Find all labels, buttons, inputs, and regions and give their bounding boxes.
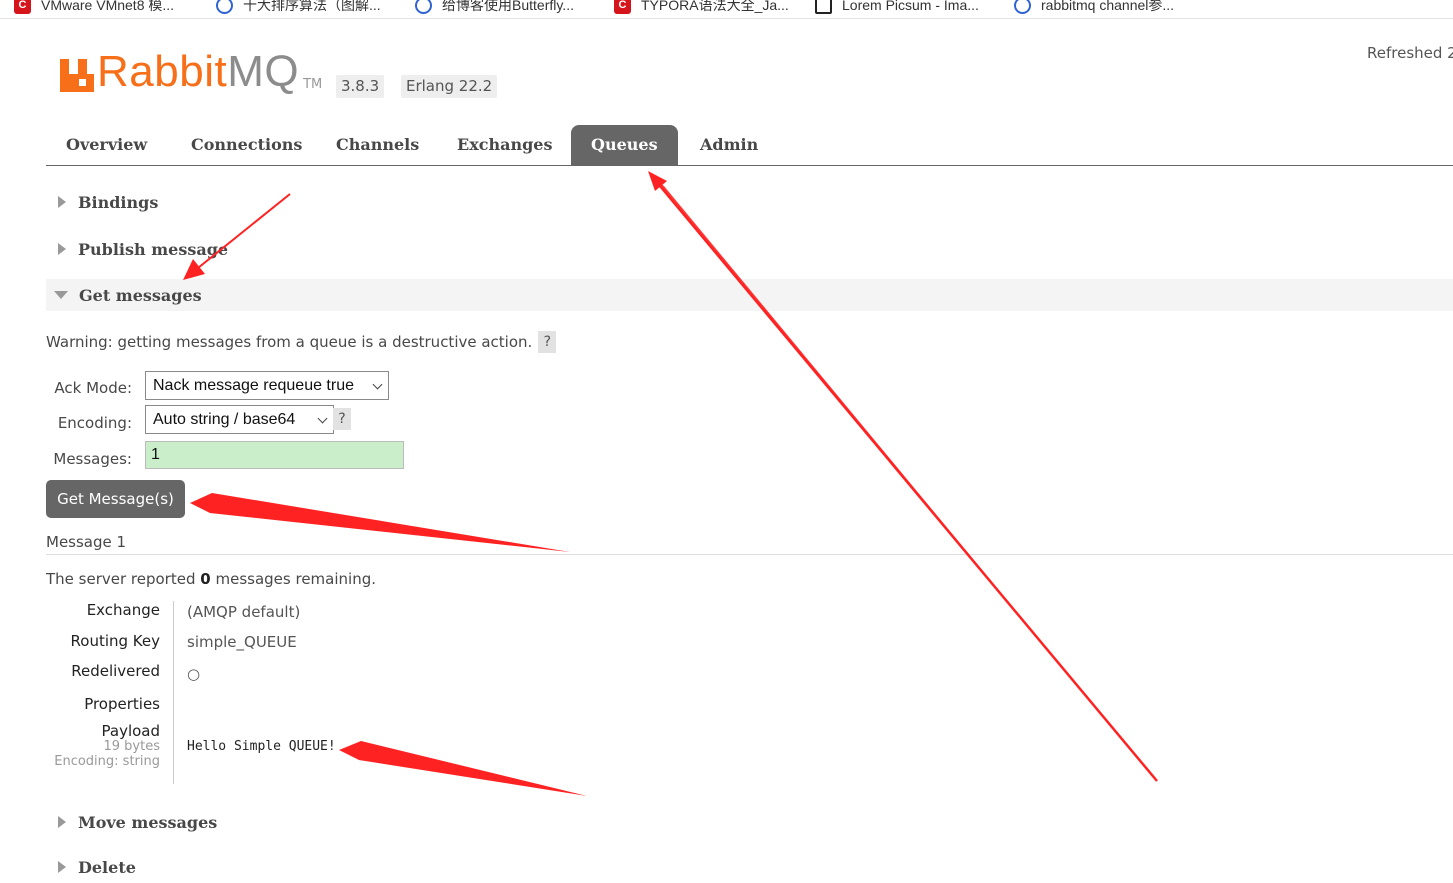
blue-circle-icon — [1014, 0, 1031, 14]
erlang-badge: Erlang 22.2 — [401, 75, 498, 98]
redelivered-value: ○ — [187, 665, 201, 683]
payload-value: Hello Simple QUEUE! — [187, 739, 336, 754]
expand-triangle-icon — [58, 861, 66, 873]
encoding-label: Encoding: — [57, 414, 132, 432]
red-c-icon: C — [614, 0, 631, 14]
chevron-down-icon — [317, 413, 328, 424]
logo-trademark: TM — [303, 77, 323, 92]
arrow-to-get-button — [190, 493, 570, 552]
section-get-messages[interactable]: Get messages — [46, 279, 1453, 311]
bookmark-butterfly[interactable]: 给博客使用Butterfly... — [415, 0, 574, 17]
section-publish-message[interactable]: Publish message — [46, 233, 1453, 265]
version-badge: 3.8.3 — [336, 75, 385, 98]
bookmark-picsum[interactable]: Lorem Picsum - Ima... — [815, 0, 979, 17]
red-c-icon: C — [14, 0, 31, 14]
bookmark-typora[interactable]: C TYPORA语法大全_Ja... — [614, 0, 789, 17]
expand-triangle-icon — [58, 816, 66, 828]
bookmark-rabbitmq-channel[interactable]: rabbitmq channel参... — [1014, 0, 1174, 17]
tab-channels[interactable]: Channels — [316, 125, 439, 165]
section-move-messages[interactable]: Move messages — [46, 806, 1453, 838]
chevron-down-icon — [372, 379, 383, 390]
ack-mode-label: Ack Mode: — [54, 379, 132, 397]
payload-encoding: Encoding: string — [54, 754, 160, 769]
tab-admin[interactable]: Admin — [680, 125, 778, 165]
bookmark-sorting[interactable]: 十大排序算法（图解... — [216, 0, 381, 17]
tab-exchanges[interactable]: Exchanges — [437, 125, 572, 165]
tab-queues[interactable]: Queues — [571, 125, 678, 165]
rabbitmq-logo[interactable]: RabbitMQ TM — [60, 47, 323, 96]
arrow-to-payload — [339, 741, 587, 796]
collapse-triangle-icon — [54, 291, 68, 299]
destructive-warning: Warning: getting messages from a queue i… — [46, 331, 557, 353]
rabbitmq-logo-icon — [60, 54, 94, 92]
logo-wordmark: RabbitMQ — [97, 47, 300, 96]
payload-key: Payload — [101, 722, 161, 740]
tab-connections[interactable]: Connections — [171, 125, 322, 165]
refreshed-status: Refreshed 2 — [1367, 44, 1453, 62]
server-report: The server reported 0 messages remaining… — [46, 570, 376, 588]
redelivered-key: Redelivered — [71, 662, 160, 680]
message-divider — [46, 554, 1453, 555]
exchange-value: (AMQP default) — [187, 603, 301, 621]
expand-triangle-icon — [58, 243, 66, 255]
properties-divider — [173, 601, 174, 784]
expand-triangle-icon — [58, 196, 66, 208]
blue-circle-icon — [216, 0, 233, 14]
encoding-help-button[interactable]: ? — [333, 408, 351, 430]
image-icon — [815, 0, 832, 14]
payload-bytes: 19 bytes — [103, 739, 161, 754]
tab-overview[interactable]: Overview — [46, 125, 167, 165]
warning-help-button[interactable]: ? — [538, 331, 557, 353]
section-bindings[interactable]: Bindings — [46, 186, 1453, 218]
bookmark-vmware[interactable]: C VMware VMnet8 模... — [14, 0, 174, 17]
main-nav-tabs: Overview Connections Channels Exchanges … — [46, 125, 1453, 166]
bookmarks-bar: C VMware VMnet8 模... 十大排序算法（图解... 给博客使用B… — [0, 0, 1453, 19]
get-messages-button[interactable]: Get Message(s) — [46, 480, 185, 518]
messages-count-input[interactable]: 1 — [145, 441, 404, 469]
blue-circle-icon — [415, 0, 432, 14]
message-title: Message 1 — [46, 533, 127, 551]
routing-key-key: Routing Key — [70, 632, 160, 650]
routing-key-value: simple_QUEUE — [187, 633, 297, 651]
properties-key: Properties — [84, 695, 160, 713]
messages-label: Messages: — [53, 450, 132, 468]
encoding-select[interactable]: Auto string / base64 — [145, 405, 334, 434]
exchange-key: Exchange — [86, 601, 160, 619]
ack-mode-select[interactable]: Nack message requeue true — [145, 371, 389, 400]
section-delete[interactable]: Delete — [46, 851, 1453, 883]
